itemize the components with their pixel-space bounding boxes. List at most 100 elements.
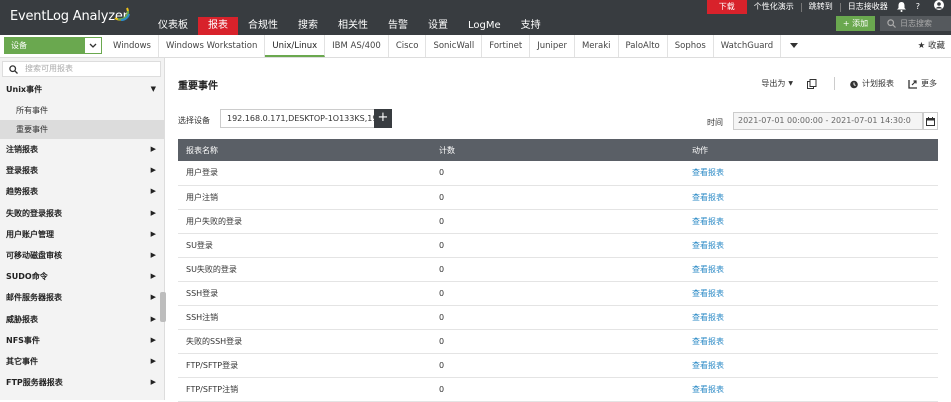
view-report-link[interactable]: 查看报表: [684, 209, 938, 234]
sidebar-item[interactable]: 可移动磁盘审核 ▶: [0, 245, 164, 266]
utility-bar: 下载 个性化演示 跳转到 日志接收器 ?: [706, 0, 951, 14]
export-button[interactable]: 导出为 ▼: [761, 78, 793, 89]
device-select-label: 设备: [11, 41, 27, 50]
device-tab[interactable]: IBM AS/400: [325, 35, 389, 57]
count-cell: 0: [431, 329, 684, 354]
view-report-link[interactable]: 查看报表: [684, 353, 938, 378]
sidebar-item[interactable]: 用户账户管理 ▶: [0, 224, 164, 245]
reports-table: 报表名称 计数 动作 用户登录 0 查看报表 用户注销 0 查看报表 用户失败的登录 0 查看报…: [178, 139, 938, 402]
nav-item[interactable]: 搜索: [288, 17, 328, 35]
more-button[interactable]: 更多: [908, 78, 937, 89]
select-device-label: 选择设备: [178, 116, 210, 125]
sidebar-item[interactable]: 邮件服务器报表 ▶: [0, 287, 164, 308]
device-type-select[interactable]: 设备: [4, 37, 102, 54]
report-name-cell: SSH登录: [178, 281, 431, 306]
sidebar-item[interactable]: NFS事件 ▶: [0, 330, 164, 351]
add-device-button[interactable]: +: [374, 109, 392, 128]
device-tab[interactable]: Sophos: [668, 35, 714, 57]
log-search-input[interactable]: 日志搜索: [880, 16, 951, 31]
column-header-count[interactable]: 计数: [431, 139, 684, 161]
log-receiver-link[interactable]: 日志接收器: [841, 0, 895, 14]
view-report-link[interactable]: 查看报表: [684, 233, 938, 258]
calendar-icon[interactable]: [923, 112, 938, 130]
sidebar-item-label: 邮件服务器报表: [6, 293, 62, 303]
table-header-row: 报表名称 计数 动作: [178, 139, 938, 161]
table-row: 失败的SSH登录 0 查看报表: [178, 329, 938, 354]
nav-item[interactable]: 设置: [418, 17, 458, 35]
device-tab[interactable]: Unix/Linux: [265, 35, 326, 57]
nav-item[interactable]: 合规性: [238, 17, 288, 35]
sidebar-group-unix-events[interactable]: Unix事件 ▼: [0, 79, 164, 100]
device-tab[interactable]: Windows: [106, 35, 159, 57]
jump-to-link[interactable]: 跳转到: [802, 0, 840, 14]
caret-right-icon: ▶: [150, 357, 156, 365]
device-tab[interactable]: Cisco: [389, 35, 427, 57]
sidebar-item[interactable]: 登录报表 ▶: [0, 160, 164, 181]
caret-right-icon: ▶: [150, 208, 156, 217]
device-tab[interactable]: Meraki: [575, 35, 619, 57]
column-header-report-name[interactable]: 报表名称: [178, 139, 431, 161]
column-header-action: 动作: [684, 139, 938, 161]
nav-item[interactable]: 告警: [378, 17, 418, 35]
device-tab[interactable]: PaloAlto: [619, 35, 668, 57]
nav-item[interactable]: 仪表板: [148, 17, 198, 35]
nav-item[interactable]: LogMe: [458, 17, 511, 35]
view-report-link[interactable]: 查看报表: [684, 281, 938, 306]
device-tab[interactable]: Windows Workstation: [159, 35, 266, 57]
sidebar-sub-item[interactable]: 所有事件: [0, 101, 164, 120]
download-button[interactable]: 下载: [706, 0, 747, 14]
report-name-cell: SU登录: [178, 233, 431, 258]
sidebar-item[interactable]: FTP服务器报表 ▶: [0, 372, 164, 393]
sidebar-item-label: 注销报表: [6, 145, 38, 154]
caret-right-icon: ▶: [150, 187, 156, 196]
sidebar-item[interactable]: 注销报表 ▶: [0, 139, 164, 160]
schedule-label: 计划报表: [862, 79, 894, 88]
more-icon: [908, 79, 917, 89]
nav-item[interactable]: 支持: [511, 17, 551, 35]
caret-right-icon: ▶: [150, 293, 156, 302]
personalize-demo-link[interactable]: 个性化演示: [747, 0, 801, 14]
view-report-link[interactable]: 查看报表: [684, 305, 938, 330]
sidebar-item[interactable]: 失败的登录报表 ▶: [0, 203, 164, 224]
caret-right-icon: ▶: [150, 314, 156, 323]
view-report-link[interactable]: 查看报表: [684, 161, 938, 186]
device-tab[interactable]: Juniper: [530, 35, 575, 57]
add-button[interactable]: + 添加: [836, 16, 875, 31]
user-avatar-icon[interactable]: [927, 0, 951, 14]
device-tab[interactable]: Fortinet: [482, 35, 531, 57]
view-report-link[interactable]: 查看报表: [684, 377, 938, 402]
top-bar: EventLog Analyzer 仪表板 报表 合规性 搜索 相关性 告警 设置 LogMe…: [0, 0, 951, 35]
more-tabs-dropdown[interactable]: [781, 35, 807, 57]
view-report-link[interactable]: 查看报表: [684, 185, 938, 210]
report-search-input[interactable]: 搜索可用报表: [2, 61, 161, 77]
schedule-report-button[interactable]: 计划报表: [849, 78, 894, 89]
device-tab[interactable]: WatchGuard: [714, 35, 782, 57]
star-icon: ★: [917, 41, 926, 51]
sidebar-sub-item[interactable]: 重要事件: [0, 120, 164, 139]
app-logo[interactable]: EventLog Analyzer: [10, 9, 128, 24]
bell-icon[interactable]: [895, 0, 909, 14]
sidebar-item[interactable]: 趋势报表 ▶: [0, 181, 164, 202]
caret-right-icon: ▶: [150, 145, 156, 153]
nav-item[interactable]: 报表: [198, 17, 238, 35]
table-row: SSH注销 0 查看报表: [178, 305, 938, 330]
select-device-input[interactable]: 192.168.0.171,DESKTOP-1O133KS,192: [220, 109, 375, 128]
sidebar-item-label: NFS事件: [6, 335, 40, 345]
count-cell: 0: [431, 185, 684, 210]
main-nav: 仪表板 报表 合规性 搜索 相关性 告警 设置 LogMe 支持: [148, 17, 551, 35]
sidebar-item-label: 威胁报表: [6, 314, 38, 324]
sidebar-item[interactable]: SUDO命令 ▶: [0, 266, 164, 287]
help-icon[interactable]: ?: [909, 0, 927, 14]
time-range-input[interactable]: 2021-07-01 00:00:00 - 2021-07-01 14:30:0: [733, 112, 923, 130]
device-tab[interactable]: SonicWall: [426, 35, 483, 57]
count-cell: 0: [431, 209, 684, 234]
chevron-down-icon[interactable]: [84, 37, 102, 54]
view-report-link[interactable]: 查看报表: [684, 257, 938, 282]
sidebar-item[interactable]: 其它事件 ▶: [0, 351, 164, 372]
sidebar-item[interactable]: 威胁报表 ▶: [0, 309, 164, 330]
favorites-button[interactable]: ★ 收藏: [918, 35, 945, 57]
report-name-cell: FTP/SFTP注销: [178, 377, 431, 402]
view-report-link[interactable]: 查看报表: [684, 329, 938, 354]
nav-item[interactable]: 相关性: [328, 17, 378, 35]
copy-report-button[interactable]: [807, 78, 820, 89]
